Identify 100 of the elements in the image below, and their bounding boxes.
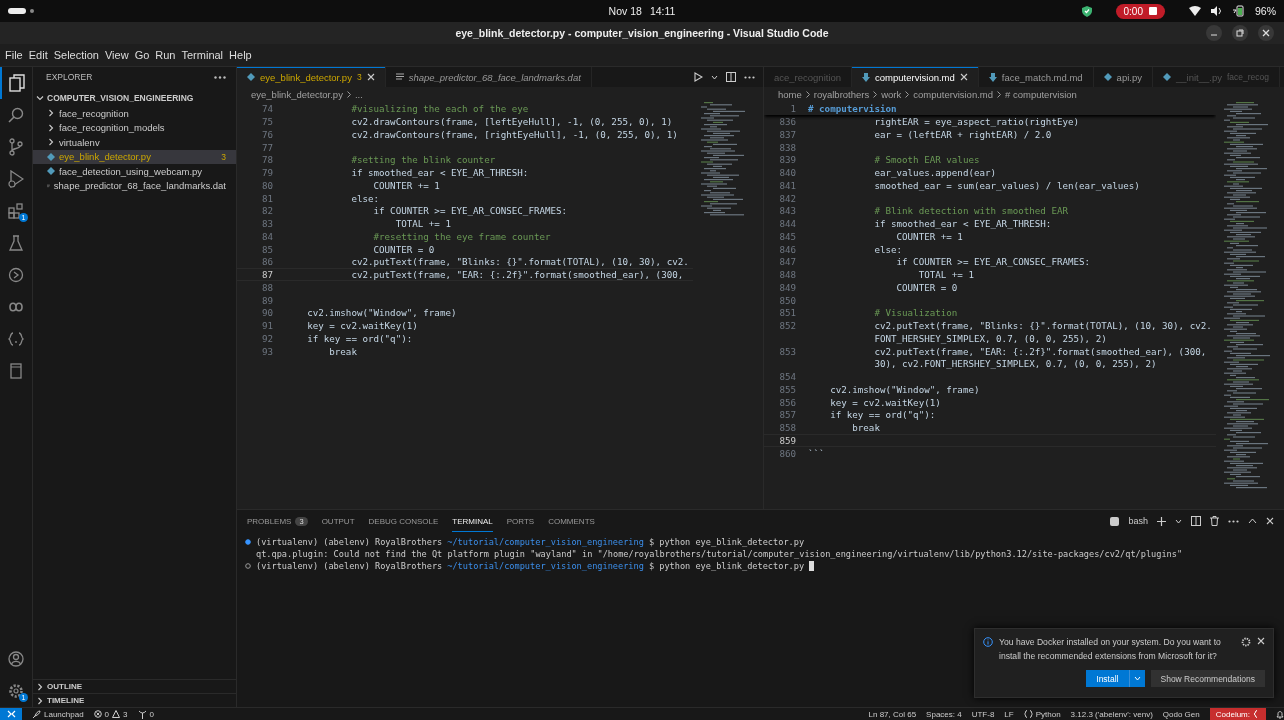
- menu-item[interactable]: Run: [152, 49, 179, 61]
- braces-icon[interactable]: [8, 332, 24, 346]
- close-button[interactable]: [1258, 25, 1274, 41]
- shield-icon[interactable]: [1081, 5, 1092, 17]
- panel-tab[interactable]: TERMINAL: [452, 510, 493, 532]
- extensions-icon[interactable]: [8, 203, 24, 219]
- code-line: smoothed_ear = sum(ear_values) / len(ear_values): [873, 179, 1140, 191]
- editor-tab[interactable]: computervision.md: [852, 67, 979, 87]
- editor-tab[interactable]: shape_predictor_68_face_landmarks.dat: [385, 67, 592, 87]
- code-line: # Blink detection with smoothed EAR: [873, 205, 1068, 217]
- line-number: 846: [778, 243, 797, 255]
- status-item[interactable]: Spaces: 4: [926, 709, 962, 719]
- activities-icon[interactable]: [8, 7, 36, 15]
- breadcrumb[interactable]: ...: [354, 89, 363, 100]
- breadcrumb[interactable]: work: [881, 89, 902, 100]
- document-icon[interactable]: [10, 363, 22, 379]
- launchpad-item[interactable]: Launchpad: [44, 709, 84, 719]
- run-icon[interactable]: [694, 72, 703, 82]
- file-tree-item[interactable]: eye_blink_detector.py 3: [33, 149, 236, 164]
- interpreter-item[interactable]: 3.12.3 ('abelenv': venv): [1070, 709, 1153, 719]
- line-number: 80: [260, 179, 274, 191]
- code-line: ear = (leftEAR + rightEAR) / 2.0: [873, 128, 1052, 140]
- status-item[interactable]: Qodo Gen: [1162, 709, 1200, 719]
- source-control-icon[interactable]: [8, 138, 24, 156]
- file-tree-item[interactable]: face_recognition_models: [33, 120, 236, 135]
- status-item[interactable]: UTF-8: [971, 709, 995, 719]
- line-number: 854: [778, 371, 797, 383]
- section-header[interactable]: OUTLINE: [33, 679, 236, 693]
- account-icon[interactable]: [8, 651, 24, 667]
- breadcrumb[interactable]: eye_blink_detector.py: [251, 89, 343, 100]
- settings-icon[interactable]: [8, 683, 24, 699]
- line-number: 84: [260, 230, 274, 242]
- search-icon[interactable]: [8, 107, 24, 123]
- status-item[interactable]: LF: [1004, 709, 1014, 719]
- code-line: ```: [808, 447, 825, 459]
- split-icon[interactable]: [1191, 516, 1201, 526]
- battery-icon[interactable]: [1233, 5, 1245, 17]
- code-line: cv2.putText(frame, "EAR: {:.2f}".format(smoothed_ear), (300,: [350, 269, 684, 281]
- settings-icon[interactable]: [1241, 637, 1251, 647]
- panel-tab[interactable]: COMMENTS: [548, 510, 595, 532]
- recommendations-button[interactable]: Show Recommendations: [1150, 670, 1265, 687]
- flask-icon[interactable]: [9, 235, 23, 251]
- panel-tab[interactable]: DEBUG CONSOLE: [368, 510, 439, 532]
- language-mode[interactable]: Python: [1035, 709, 1061, 719]
- file-tree-item[interactable]: face_detection_using_webcam.py: [33, 164, 236, 179]
- menu-item[interactable]: Edit: [25, 49, 51, 61]
- folder-root[interactable]: COMPUTER_VISION_ENGINEERING: [33, 90, 236, 106]
- ports-count[interactable]: 0: [149, 709, 154, 719]
- breadcrumb[interactable]: computervision.md: [913, 89, 993, 100]
- menu-item[interactable]: File: [2, 49, 26, 61]
- remote-button[interactable]: [0, 708, 22, 720]
- menu-item[interactable]: Go: [131, 49, 153, 61]
- bell-icon[interactable]: [1276, 709, 1284, 719]
- minimize-button[interactable]: [1206, 25, 1222, 41]
- split-editor-icon[interactable]: [726, 72, 736, 82]
- date-text: Nov 18: [608, 5, 642, 17]
- status-item[interactable]: Ln 87, Col 65: [868, 709, 917, 719]
- breadcrumb[interactable]: royalbrothers: [813, 89, 870, 100]
- editor-tab[interactable]: api.py: [1093, 67, 1153, 87]
- shell-name[interactable]: bash: [1128, 516, 1148, 526]
- close-icon[interactable]: [366, 73, 375, 81]
- error-count[interactable]: 0: [104, 709, 110, 719]
- file-tree-item[interactable]: shape_predictor_68_face_landmarks.dat: [33, 178, 236, 193]
- wifi-icon[interactable]: [1189, 6, 1201, 16]
- more-icon[interactable]: [1228, 519, 1239, 523]
- code-line: if COUNTER >= EYE_AR_CONSEC_FRAMES:: [372, 205, 568, 217]
- file-tree-item[interactable]: face_recognition: [33, 106, 236, 121]
- code-line: cv2.putText(frame, "EAR: {:.2f}".format(smoothed_ear), (300,: [873, 345, 1207, 357]
- run-debug-icon[interactable]: [8, 170, 24, 188]
- warning-count[interactable]: 3: [123, 709, 128, 719]
- menu-item[interactable]: Selection: [50, 49, 102, 61]
- breadcrumb[interactable]: home: [778, 89, 802, 100]
- command-marker-icon[interactable]: [245, 563, 251, 569]
- caret-icon[interactable]: [1175, 518, 1182, 524]
- restore-button[interactable]: [1232, 25, 1248, 41]
- code-line: if key == ord("q"):: [829, 409, 936, 421]
- chevron-up-icon[interactable]: [1248, 518, 1257, 524]
- caret-icon[interactable]: [711, 74, 718, 80]
- plus-icon[interactable]: [1157, 516, 1166, 526]
- menu-item[interactable]: Terminal: [178, 49, 227, 61]
- close-icon[interactable]: [1266, 517, 1274, 525]
- files-icon[interactable]: [9, 74, 25, 92]
- brace-icon: [1253, 710, 1260, 718]
- file-tree-item[interactable]: virtualenv: [33, 135, 236, 150]
- panel-tab[interactable]: PORTS: [506, 510, 535, 532]
- command-marker-icon[interactable]: [245, 539, 251, 545]
- recording-indicator[interactable]: 0:00: [1115, 3, 1165, 19]
- menu-item[interactable]: Help: [226, 49, 255, 61]
- volume-icon[interactable]: [1211, 6, 1223, 16]
- trash-icon[interactable]: [1210, 516, 1219, 526]
- menu-item[interactable]: View: [101, 49, 132, 61]
- breadcrumb[interactable]: # computervision: [1005, 89, 1077, 100]
- more-icon[interactable]: [214, 75, 226, 79]
- editor-tab[interactable]: face_match.md.md: [978, 67, 1094, 87]
- more-icon[interactable]: [744, 75, 755, 79]
- code-line: if key == ord("q"):: [306, 332, 413, 344]
- editor-tab[interactable]: eye_blink_detector.py 3: [237, 67, 386, 87]
- close-icon[interactable]: [1257, 637, 1265, 645]
- panel-tab[interactable]: OUTPUT: [321, 510, 355, 532]
- close-icon[interactable]: [959, 73, 968, 81]
